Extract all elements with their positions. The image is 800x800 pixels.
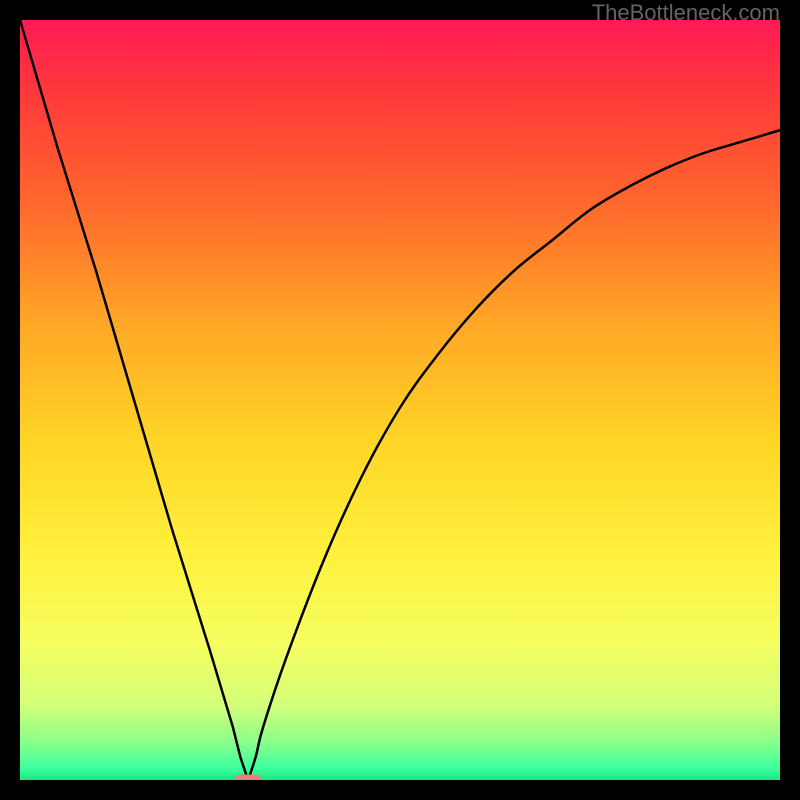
optimal-marker: [235, 775, 261, 781]
chart-container: TheBottleneck.com: [0, 0, 800, 800]
bottleneck-chart: [20, 20, 780, 780]
plot-area: [20, 20, 780, 780]
attribution-label: TheBottleneck.com: [592, 0, 780, 26]
